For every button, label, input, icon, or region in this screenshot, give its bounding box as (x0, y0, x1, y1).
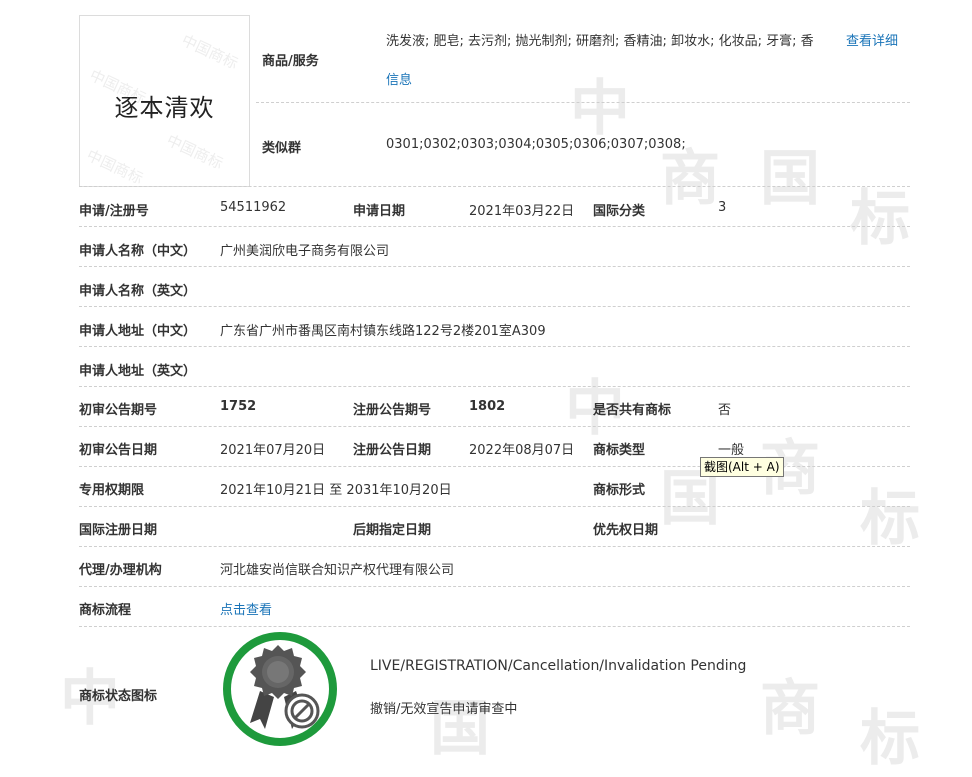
goods-value: 洗发液; 肥皂; 去污剂; 抛光制剂; 研磨剂; 香精油; 卸妆水; 化妆品; … (386, 34, 814, 49)
trademark-image: 中国商标 中国商标 中国商标 中国商标 逐本清欢 (79, 15, 250, 187)
address-cn-value: 广东省广州市番禺区南村镇东线路122号2楼201室A309 (220, 324, 546, 339)
reg-issue-value: 1802 (469, 399, 506, 414)
intl-class-value: 3 (718, 200, 727, 215)
reg-no-label: 申请/注册号 (79, 204, 149, 219)
apply-date-value: 2021年03月22日 (469, 204, 575, 219)
shared-value: 否 (718, 403, 732, 418)
divider (256, 102, 910, 103)
watermark-char: 标 (860, 704, 920, 774)
prelim-date-label: 初审公告日期 (79, 443, 158, 458)
mark-form-label: 商标形式 (593, 483, 646, 498)
goods-detail-link-cont[interactable]: 信息 (386, 69, 412, 88)
logo-watermark: 中国商标 (83, 146, 146, 187)
prelim-issue-label: 初审公告期号 (79, 403, 158, 418)
reg-date-value: 2022年08月07日 (469, 443, 575, 458)
divider (79, 546, 910, 547)
applicant-cn-value: 广州美润欣电子商务有限公司 (220, 244, 390, 259)
divider (79, 626, 910, 627)
applicant-en-label: 申请人名称（英文） (79, 284, 197, 299)
reg-no-value: 54511962 (220, 200, 287, 215)
divider (79, 186, 910, 187)
divider (79, 426, 910, 427)
divider (79, 226, 910, 227)
mark-type-value: 一般 (718, 443, 745, 458)
apply-date-label: 申请日期 (353, 204, 406, 219)
logo-watermark: 中国商标 (163, 131, 226, 173)
watermark-char: 国 (430, 694, 490, 764)
status-text-en: LIVE/REGISTRATION/Cancellation/Invalidat… (370, 658, 747, 674)
logo-watermark: 中国商标 (178, 31, 241, 73)
watermark-char: 商 (760, 674, 820, 744)
exclusive-period-label: 专用权期限 (79, 483, 145, 498)
address-en-label: 申请人地址（英文） (79, 364, 197, 379)
goods-label: 商品/服务 (262, 54, 319, 69)
process-view-link[interactable]: 点击查看 (220, 599, 272, 618)
address-cn-label: 申请人地址（中文） (79, 324, 197, 339)
divider (79, 306, 910, 307)
divider (79, 586, 910, 587)
divider (79, 506, 910, 507)
goods-detail-link[interactable]: 查看详细 (846, 30, 898, 49)
divider (79, 386, 910, 387)
watermark-char: 标 (850, 184, 910, 254)
screenshot-tooltip: 截图(Alt + A) (700, 457, 784, 477)
agent-label: 代理/办理机构 (79, 563, 162, 578)
applicant-cn-label: 申请人名称（中文） (79, 244, 197, 259)
divider (79, 266, 910, 267)
reg-issue-label: 注册公告期号 (353, 403, 432, 418)
priority-date-label: 优先权日期 (593, 523, 659, 538)
prelim-issue-value: 1752 (220, 399, 257, 414)
divider (79, 466, 910, 467)
shared-label: 是否共有商标 (593, 403, 672, 418)
prelim-date-value: 2021年07月20日 (220, 443, 326, 458)
mark-type-label: 商标类型 (593, 443, 646, 458)
intl-reg-date-label: 国际注册日期 (79, 523, 158, 538)
agent-value: 河北雄安尚信联合知识产权代理有限公司 (220, 563, 455, 578)
status-text-cn: 撤销/无效宣告申请审查中 (370, 702, 518, 717)
trademark-name: 逐本清欢 (114, 94, 215, 122)
similar-group-label: 类似群 (262, 141, 302, 156)
status-badge-icon (223, 632, 337, 746)
watermark-char: 国 (760, 144, 820, 214)
reg-date-label: 注册公告日期 (353, 443, 432, 458)
intl-class-label: 国际分类 (593, 204, 646, 219)
process-label: 商标流程 (79, 603, 132, 618)
similar-group-value: 0301;0302;0303;0304;0305;0306;0307;0308; (386, 137, 686, 152)
watermark-char: 中 (570, 74, 630, 144)
later-date-label: 后期指定日期 (353, 523, 432, 538)
status-label: 商标状态图标 (79, 689, 158, 704)
watermark-char: 标 (860, 484, 920, 554)
divider (79, 346, 910, 347)
exclusive-period-value: 2021年10月21日 至 2031年10月20日 (220, 483, 452, 498)
